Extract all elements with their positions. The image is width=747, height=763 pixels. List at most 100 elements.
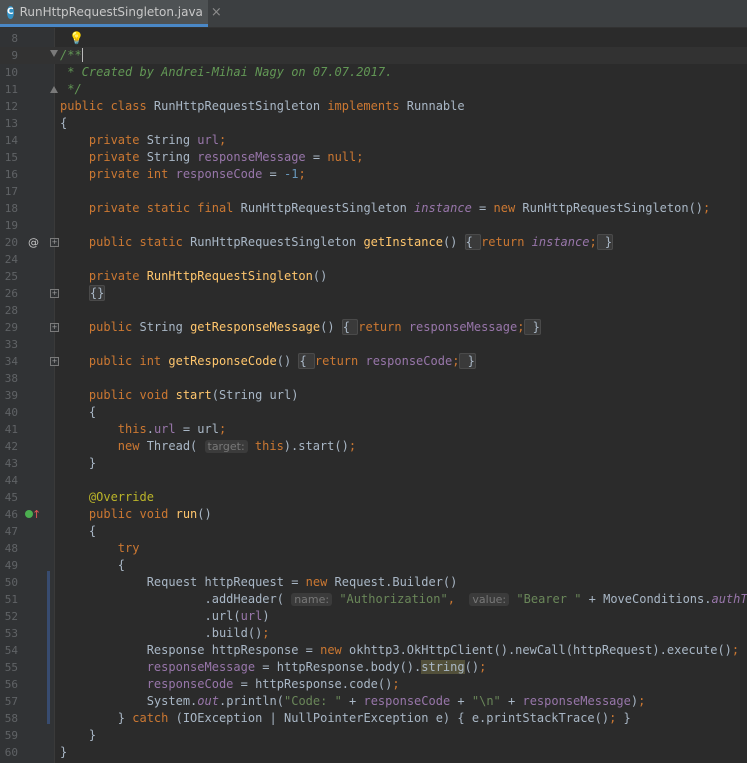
code-token: instance <box>414 201 472 215</box>
code-line[interactable]: 9 /** <box>0 47 747 64</box>
fold-expand-icon[interactable]: + <box>50 357 59 366</box>
line-number: 43 <box>4 457 18 470</box>
fold-end-icon[interactable] <box>50 86 58 93</box>
line-number: 33 <box>4 338 18 351</box>
line-number: 41 <box>4 423 18 436</box>
fold-expand-icon[interactable]: + <box>50 238 59 247</box>
code-line[interactable]: 39 public void start(String url) <box>0 387 747 404</box>
code-text: private String responseMessage = null; <box>60 149 364 166</box>
override-arrow-icon[interactable]: ↑ <box>32 506 41 523</box>
code-line[interactable]: 19 <box>0 217 747 234</box>
parameter-hint: target: <box>204 440 248 453</box>
code-token: .println( <box>218 694 284 708</box>
line-number: 26 <box>4 287 18 300</box>
code-line[interactable]: 20 + @ public static RunHttpRequestSinglet… <box>0 234 747 251</box>
code-token: = httpResponse.body(). <box>255 660 422 674</box>
intention-bulb-icon[interactable]: 💡 <box>69 30 84 47</box>
code-token: return <box>358 320 409 334</box>
code-line[interactable]: 25 private RunHttpRequestSingleton() <box>0 268 747 285</box>
code-line[interactable]: 26 + {} <box>0 285 747 302</box>
code-line[interactable]: 51 .addHeader( name: "Authorization", va… <box>0 591 747 608</box>
code-line[interactable]: 57 System.out.println("Code: " + respons… <box>0 693 747 710</box>
code-line[interactable]: 48 try <box>0 540 747 557</box>
code-text: public static RunHttpRequestSingleton ge… <box>60 234 614 251</box>
code-line[interactable]: 17 <box>0 183 747 200</box>
code-line[interactable]: 18 private static final RunHttpRequestSi… <box>0 200 747 217</box>
line-number: 60 <box>4 746 18 759</box>
line-number: 14 <box>4 134 18 147</box>
code-token: string <box>421 660 465 674</box>
code-token: String <box>139 320 191 334</box>
code-line[interactable]: 56 responseCode = httpResponse.code(); <box>0 676 747 693</box>
code-token: ; <box>609 711 624 725</box>
code-token: () <box>197 507 212 521</box>
code-token: ; <box>589 235 597 249</box>
code-line[interactable]: 33 <box>0 336 747 353</box>
code-token: { <box>60 558 126 572</box>
code-token: responseMessage <box>197 150 306 164</box>
code-line[interactable]: 46 ↑ public void run() <box>0 506 747 523</box>
code-text: System.out.println("Code: " + responseCo… <box>60 693 646 710</box>
code-line[interactable]: 43 } <box>0 455 747 472</box>
code-line[interactable]: 40 { <box>0 404 747 421</box>
code-line[interactable]: 58 } catch (IOException | NullPointerExc… <box>0 710 747 727</box>
code-text: .url(url) <box>60 608 269 625</box>
code-line[interactable]: 54 Response httpResponse = new okhttp3.O… <box>0 642 747 659</box>
code-token: } <box>459 353 476 369</box>
code-line[interactable]: 55 responseMessage = httpResponse.body()… <box>0 659 747 676</box>
line-number: 28 <box>4 304 18 317</box>
code-line[interactable]: 42 new Thread( target: this).start(); <box>0 438 747 455</box>
code-line[interactable]: 47 { <box>0 523 747 540</box>
code-line[interactable]: 44 <box>0 472 747 489</box>
code-line[interactable]: 16 private int responseCode = -1; <box>0 166 747 183</box>
code-line[interactable]: 15 private String responseMessage = null… <box>0 149 747 166</box>
code-token: ; <box>479 660 487 674</box>
code-line[interactable]: 12 public class RunHttpRequestSingleton i… <box>0 98 747 115</box>
code-line[interactable]: 49 { <box>0 557 747 574</box>
close-icon[interactable]: × <box>211 5 222 20</box>
code-token: () <box>312 269 328 283</box>
code-line[interactable]: 24 <box>0 251 747 268</box>
code-line[interactable]: 29 + public String getResponseMessage() {… <box>0 319 747 336</box>
code-line[interactable]: 11 */ <box>0 81 747 98</box>
line-number: 59 <box>4 729 18 742</box>
code-line[interactable]: 8 💡 <box>0 30 747 47</box>
code-line[interactable]: 14 private String url; <box>0 132 747 149</box>
code-token: ; <box>218 422 227 436</box>
code-token: this <box>117 422 147 436</box>
fold-expand-icon[interactable]: + <box>50 289 59 298</box>
code-text: { <box>60 523 96 540</box>
code-token: () <box>320 320 342 334</box>
code-line[interactable]: 38 <box>0 370 747 387</box>
code-line[interactable]: 50 Request httpRequest = new Request.Bui… <box>0 574 747 591</box>
code-token: = <box>262 167 284 181</box>
code-line[interactable]: 60} <box>0 744 747 761</box>
code-token: responseMessage <box>146 660 256 674</box>
code-token: @Override <box>88 490 154 504</box>
line-number: 10 <box>4 66 18 79</box>
code-token: ; <box>638 694 646 708</box>
code-line[interactable]: 59 } <box>0 727 747 744</box>
code-token: + MoveConditions. <box>581 592 712 606</box>
code-token: ; <box>298 167 306 181</box>
tab-runhttprequestsingleton[interactable]: C RunHttpRequestSingleton.java × <box>0 0 222 27</box>
tab-label: RunHttpRequestSingleton.java <box>19 5 203 19</box>
code-token: = url <box>175 422 219 436</box>
code-line[interactable]: 13 { <box>0 115 747 132</box>
code-line[interactable]: 53 .build(); <box>0 625 747 642</box>
line-number: 17 <box>4 185 18 198</box>
code-editor[interactable]: 8 💡 9/** 10 * Created by Andrei-Mihai Nagy … <box>0 28 747 763</box>
code-line[interactable]: 52 .url(url) <box>0 608 747 625</box>
code-line[interactable]: 45 @Override <box>0 489 747 506</box>
implements-marker-icon[interactable]: @ <box>28 234 39 251</box>
code-line[interactable]: 34 + public int getResponseCode() { retur… <box>0 353 747 370</box>
code-line[interactable]: 10 * Created by Andrei-Mihai Nagy on 07.… <box>0 64 747 81</box>
code-token: String <box>146 133 198 147</box>
fold-expand-icon[interactable]: + <box>50 323 59 332</box>
code-line[interactable]: 41 this.url = url; <box>0 421 747 438</box>
code-line[interactable]: 28 <box>0 302 747 319</box>
fold-collapse-icon[interactable] <box>50 50 58 57</box>
code-token: RunHttpRequestSingleton <box>190 235 364 249</box>
